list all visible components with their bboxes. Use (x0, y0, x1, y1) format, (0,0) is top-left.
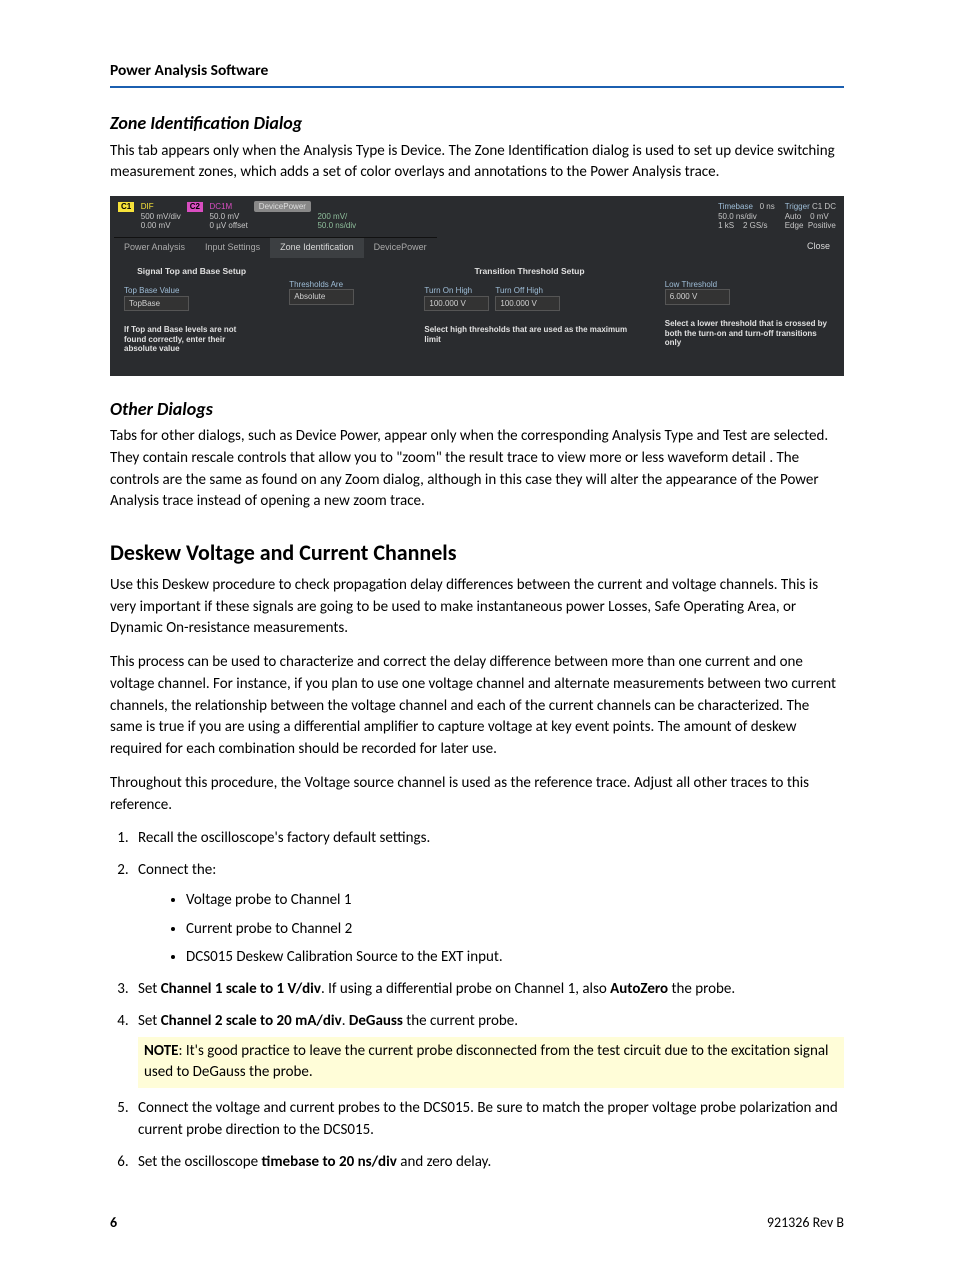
step-2: Connect the: Voltage probe to Channel 1 … (132, 860, 844, 969)
top-base-help: If Top and Base levels are not found cor… (124, 325, 259, 354)
high-threshold-help: Select high thresholds that are used as … (424, 325, 634, 344)
page-number: 6 (110, 1213, 117, 1233)
timebase-readout: Timebase 0 ns 50.0 ns/div 1 kS 2 GS/s (718, 202, 775, 231)
step-6: Set the oscilloscope timebase to 20 ns/d… (132, 1152, 844, 1174)
deskew-p3: Throughout this procedure, the Voltage s… (110, 773, 844, 817)
transition-threshold-title: Transition Threshold Setup (424, 266, 634, 276)
tab-zone-identification[interactable]: Zone Identification (270, 237, 364, 258)
device-power-badge: DevicePower (254, 201, 311, 212)
section-other-dialogs-title: Other Dialogs (110, 396, 844, 422)
c1-info: DIF 500 mV/div 0.00 mV (137, 202, 185, 231)
doc-header-title: Power Analysis Software (110, 60, 844, 82)
tab-input-settings[interactable]: Input Settings (195, 237, 270, 258)
step-2-sublist: Voltage probe to Channel 1 Current probe… (138, 890, 844, 969)
dialog-close-button[interactable]: Close (797, 237, 840, 258)
top-base-value-label: Top Base Value (124, 286, 259, 296)
page-footer: 6 921326 Rev B (110, 1213, 844, 1233)
step-2b: Current probe to Channel 2 (186, 919, 844, 941)
step-2c: DCS015 Deskew Calibration Source to the … (186, 947, 844, 969)
signal-top-base-title: Signal Top and Base Setup (124, 266, 259, 276)
deskew-p1: Use this Deskew procedure to check propa… (110, 575, 844, 640)
channel-c1-badge: C1 (118, 202, 134, 212)
deskew-p2: This process can be used to characterize… (110, 652, 844, 761)
low-threshold-label: Low Threshold (665, 280, 830, 290)
trigger-readout: Trigger C1 DC Auto 0 mV Edge Positive (785, 202, 836, 231)
section-other-dialogs-text: Tabs for other dialogs, such as Device P… (110, 426, 844, 513)
step-1: Recall the oscilloscope's factory defaul… (132, 828, 844, 850)
channel-c2-badge: C2 (187, 202, 203, 212)
low-threshold-help: Select a lower threshold that is crossed… (665, 319, 830, 348)
device-power-info: 200 mV/ 50.0 ns/div (313, 202, 360, 231)
c2-info: DC1M 50.0 mV 0 µV offset (206, 202, 252, 231)
tab-power-analysis[interactable]: Power Analysis (114, 237, 195, 258)
step-3: Set Channel 1 scale to 1 V/div. If using… (132, 979, 844, 1001)
turn-on-high-field[interactable]: 100.000 V (424, 296, 489, 312)
tab-device-power[interactable]: DevicePower (364, 237, 437, 258)
turn-off-high-field[interactable]: 100.000 V (495, 296, 560, 312)
step-2a: Voltage probe to Channel 1 (186, 890, 844, 912)
step-4-note: NOTE: It's good practice to leave the cu… (138, 1037, 844, 1089)
top-base-value-field[interactable]: TopBase (124, 296, 189, 312)
step-4: Set Channel 2 scale to 20 mA/div. DeGaus… (132, 1011, 844, 1088)
doc-reference: 921326 Rev B (767, 1213, 844, 1233)
thresholds-are-label: Thresholds Are (289, 280, 394, 290)
section-zone-id-title: Zone Identification Dialog (110, 110, 844, 136)
header-rule (110, 86, 844, 88)
section-deskew-title: Deskew Voltage and Current Channels (110, 537, 844, 569)
section-zone-id-text: This tab appears only when the Analysis … (110, 141, 844, 185)
step-5: Connect the voltage and current probes t… (132, 1098, 844, 1142)
deskew-steps-list: Recall the oscilloscope's factory defaul… (110, 828, 844, 1173)
turn-on-high-label: Turn On High (424, 286, 489, 296)
thresholds-are-field[interactable]: Absolute (289, 289, 354, 305)
turn-off-high-label: Turn Off High (495, 286, 560, 296)
low-threshold-field[interactable]: 6.000 V (665, 289, 730, 305)
zone-id-dialog-screenshot: C1 DIF 500 mV/div 0.00 mV C2 DC1M 50.0 m… (110, 196, 844, 376)
